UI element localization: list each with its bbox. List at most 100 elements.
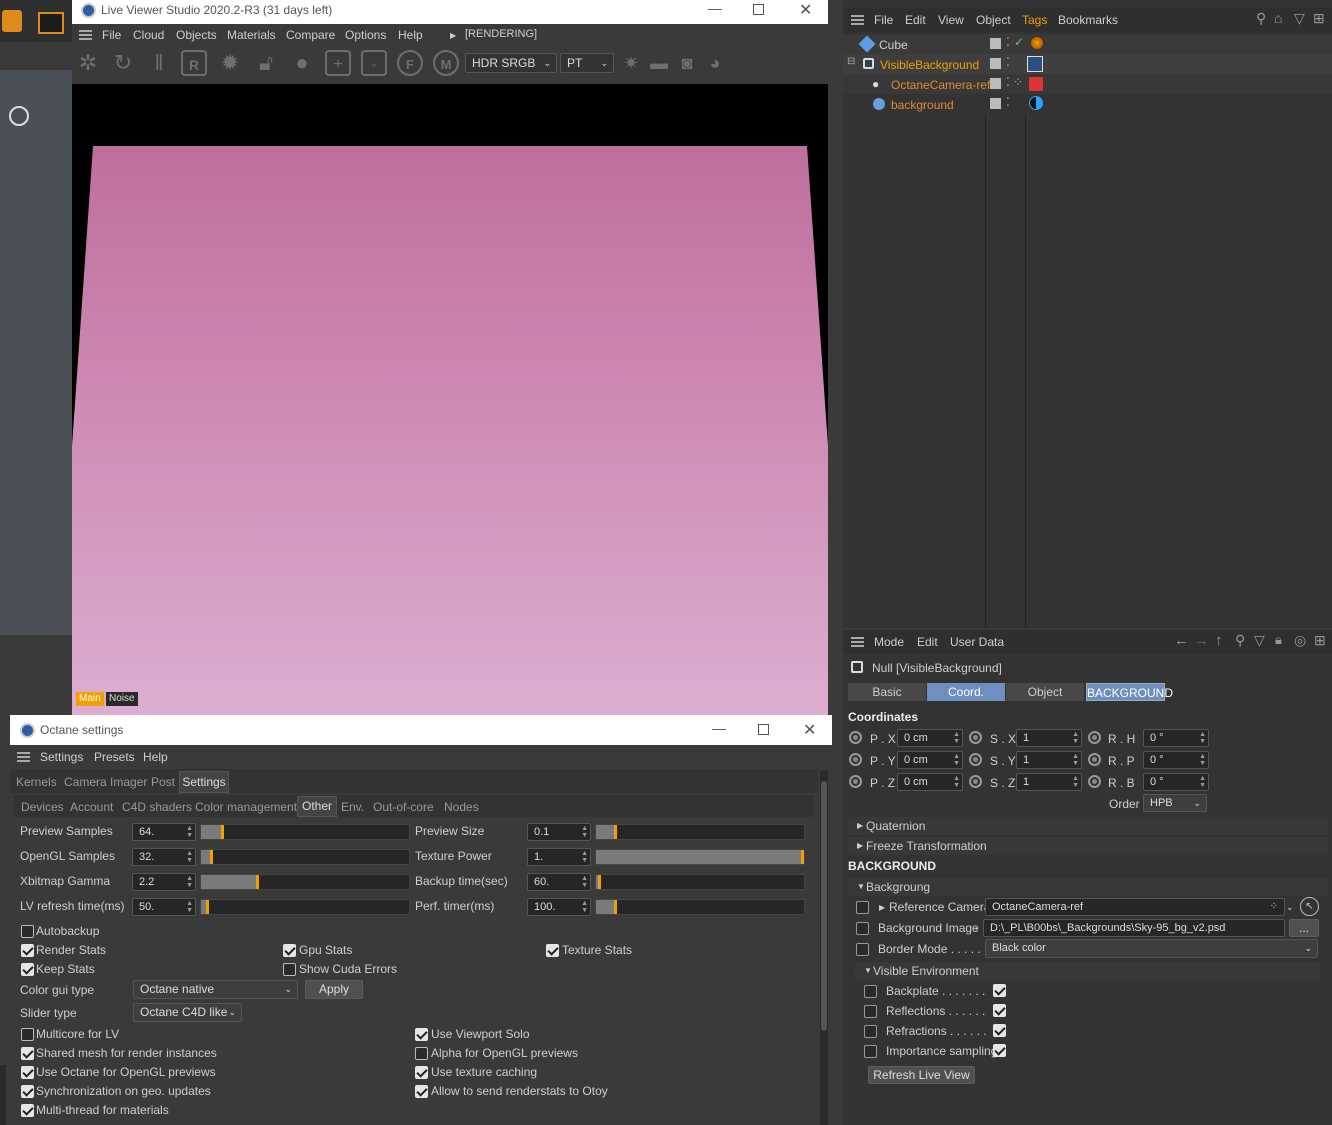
spinner-icon[interactable]: ▲ ▼ [581,900,588,914]
camera-icon[interactable]: ◙ [674,50,700,76]
filter-icon[interactable]: ▽ [1254,632,1265,649]
globe-icon[interactable]: ◕ [702,50,728,76]
anim-toggle-icon[interactable] [856,943,869,956]
slider-type-select[interactable]: Octane C4D like ⌄ [133,1003,242,1022]
menu-materials[interactable]: Materials [227,28,276,42]
edit-toggle-icon[interactable] [990,38,1001,49]
pick-object-icon[interactable]: ↖ [1300,897,1319,916]
environment-tag-icon[interactable] [1029,96,1043,110]
viewport-solo-checkbox[interactable] [415,1028,428,1041]
keyframe-radio[interactable] [1088,753,1101,766]
subtab-account[interactable]: Account [70,800,113,814]
tab-settings[interactable]: Settings [179,771,229,793]
scale-y-field[interactable]: 1 ▲ ▼ [1016,751,1082,769]
tab-background[interactable]: BACKGROUND [1086,683,1173,701]
param-slider[interactable] [595,824,805,840]
search-icon[interactable]: ⚲ [1235,632,1245,649]
octane-camera-tag-icon[interactable] [1029,77,1043,91]
scrollbar-thumb[interactable] [821,781,827,1031]
edit-toggle-icon[interactable] [990,98,1001,109]
subtab-color-management[interactable]: Color management [195,800,297,814]
tab-kernels[interactable]: Kernels [16,775,57,789]
settings-gear-icon[interactable]: ✹ [217,50,243,76]
show-cuda-errors-checkbox[interactable] [283,963,296,976]
subtab-devices[interactable]: Devices [21,800,64,814]
search-icon[interactable]: ⚲ [1256,10,1266,27]
lock-icon[interactable]: 🔒︎ [1275,632,1282,648]
param-value-field[interactable]: 50. ▲ ▼ [132,898,196,916]
cube-tool-icon[interactable] [2,10,22,32]
subtab-other[interactable]: Other [297,796,337,817]
anim-toggle-icon[interactable] [864,1025,877,1038]
spinner-icon[interactable]: ▲ ▼ [1199,731,1206,745]
background-group[interactable]: ▼ Backgroung [848,878,1328,896]
object-row[interactable]: ● OctaneCamera-ref ⁚ ⁘ [843,74,1332,94]
camera-tag-icon[interactable]: ⁘ [1013,75,1023,89]
texture-stats-checkbox[interactable] [546,944,559,957]
spinner-icon[interactable]: ▲ ▼ [1199,775,1206,789]
param-value-field[interactable]: 1. ▲ ▼ [527,848,591,866]
render-stats-checkbox[interactable] [21,944,34,957]
sphere-icon[interactable]: ● [289,50,315,76]
param-slider[interactable] [200,849,410,865]
region-render-icon[interactable]: R [181,50,207,76]
send-scene-icon[interactable]: ✲ [75,50,101,76]
refresh-live-view-button[interactable]: Refresh Live View [868,1066,975,1084]
home-icon[interactable]: ⌂ [1274,10,1282,26]
subtab-env[interactable]: Env. [341,800,364,814]
menu-hamburger-icon[interactable] [17,752,30,762]
tab-basic[interactable]: Basic [848,683,926,701]
visibility-dots-icon[interactable]: ⁚ [1006,35,1010,49]
spinner-icon[interactable]: ▲ ▼ [186,875,193,889]
multithread-materials-checkbox[interactable] [21,1104,34,1117]
keyframe-radio[interactable] [1088,775,1101,788]
background-tag-icon[interactable] [1027,56,1043,72]
param-slider[interactable] [595,874,805,890]
importance-sampling-checkbox[interactable] [993,1044,1006,1057]
scale-z-field[interactable]: 1 ▲ ▼ [1016,773,1082,791]
am-menu-user-data[interactable]: User Data [950,635,1004,649]
tab-object[interactable]: Object [1006,683,1084,701]
keyframe-radio[interactable] [1088,731,1101,744]
add-panel-icon[interactable]: ⊞ [1313,10,1325,27]
lock-icon[interactable]: 🔓︎ [253,50,279,76]
collapse-icon[interactable]: ⊟ [847,56,855,67]
edit-toggle-icon[interactable] [990,58,1001,69]
anim-toggle-icon[interactable] [864,985,877,998]
om-menu-bookmarks[interactable]: Bookmarks [1058,13,1118,27]
param-slider[interactable] [200,899,410,915]
slider-handle[interactable] [221,825,224,839]
up-arrow-icon[interactable]: ↑ [1215,632,1223,649]
border-mode-select[interactable]: Black color ⌄ [985,939,1318,958]
target-icon[interactable]: ◎ [1294,632,1306,649]
param-value-field[interactable]: 100. ▲ ▼ [527,898,591,916]
material-picker-icon[interactable]: M [433,50,459,76]
spinner-icon[interactable]: ▲ ▼ [1072,775,1079,789]
shared-mesh-checkbox[interactable] [21,1047,34,1060]
kernel-select[interactable]: PT ⌄ [560,53,614,73]
param-slider[interactable] [200,824,410,840]
rotation-b-field[interactable]: 0 ° ▲ ▼ [1143,773,1209,791]
forward-arrow-icon[interactable]: → [1194,632,1209,649]
am-menu-icon[interactable] [851,637,864,647]
slider-handle[interactable] [598,875,601,889]
scale-x-field[interactable]: 1 ▲ ▼ [1016,729,1082,747]
menu-settings[interactable]: Settings [40,750,83,764]
om-menu-object[interactable]: Object [976,13,1011,27]
keyframe-radio[interactable] [849,775,862,788]
tab-camera-imager[interactable]: Camera Imager [64,775,147,789]
spinner-icon[interactable]: ▲ ▼ [953,775,960,789]
slider-handle[interactable] [614,900,617,914]
spinner-icon[interactable]: ▲ ▼ [1199,753,1206,767]
slider-handle[interactable] [210,850,213,864]
object-row[interactable]: ⊟ VisibleBackground ⁚ [843,54,1332,74]
param-value-field[interactable]: 32. ▲ ▼ [132,848,196,866]
gpu-stats-checkbox[interactable] [283,944,296,957]
sync-geo-checkbox[interactable] [21,1085,34,1098]
apply-button[interactable]: Apply [305,980,363,999]
menu-presets[interactable]: Presets [94,750,135,764]
om-menu-view[interactable]: View [938,13,964,27]
param-slider[interactable] [595,899,805,915]
background-image-field[interactable]: D:\_PL\B00bs\_Backgrounds\Sky-95_bg_v2.p… [983,919,1285,937]
visibility-dots-icon[interactable]: ⁚ [1006,95,1010,109]
